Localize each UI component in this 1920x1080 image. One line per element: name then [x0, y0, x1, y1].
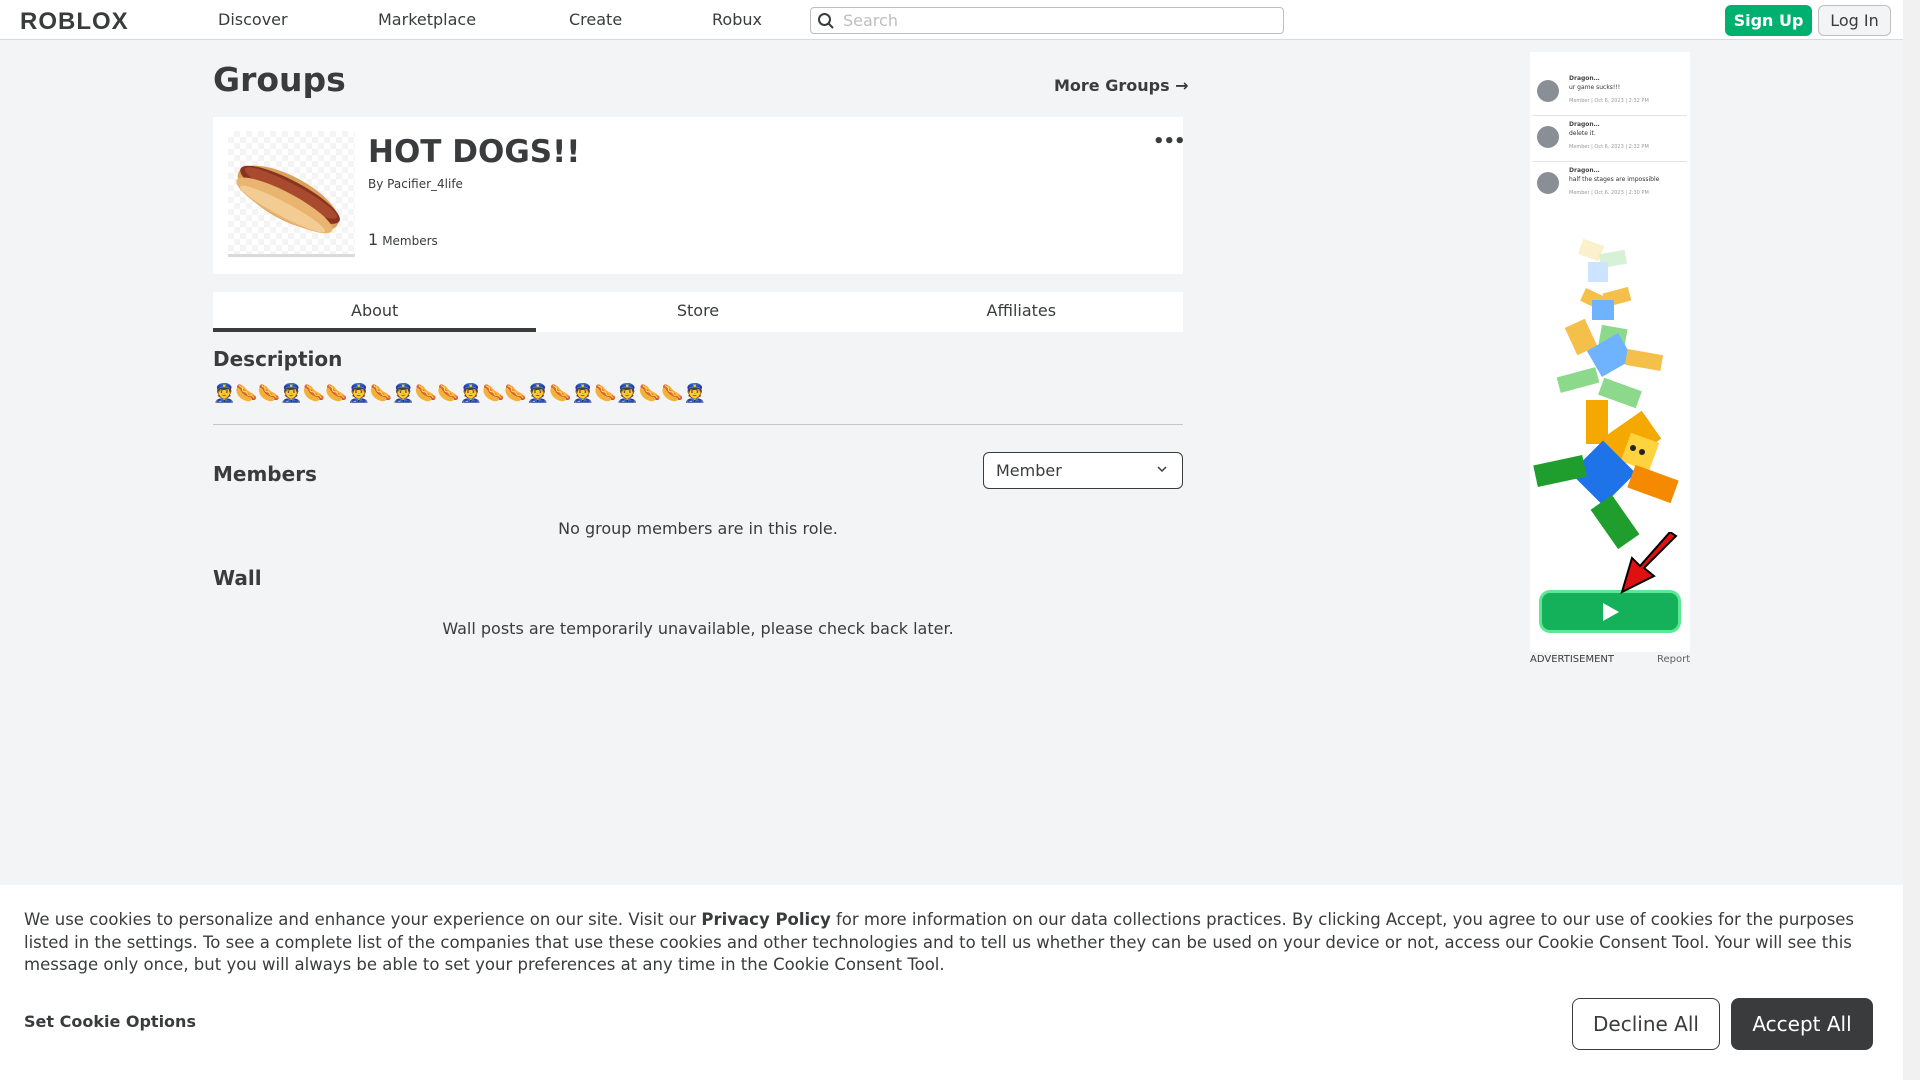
ad-play-button[interactable]: [1542, 593, 1678, 630]
chevron-down-icon: [1157, 466, 1167, 473]
roblox-logo[interactable]: ROBLOX: [20, 8, 129, 36]
members-heading: Members: [213, 462, 317, 486]
role-select[interactable]: Member: [983, 452, 1183, 489]
wall-heading: Wall: [213, 566, 262, 590]
group-owner-line: By Pacifier_4life: [368, 177, 463, 191]
group-header-card: HOT DOGS!! By Pacifier_4life 1 Members ••…: [213, 117, 1186, 274]
ad-post-divider: [1533, 161, 1687, 162]
group-name: HOT DOGS!!: [368, 134, 581, 170]
description-text: 👮🌭🌭👮🌭🌭👮🌭👮🌭🌭👮🌭🌭👮🌭👮🌭👮🌭🌭👮: [213, 383, 707, 404]
cookie-consent-banner: We use cookies to personalize and enhanc…: [0, 885, 1903, 1080]
ad-post-divider: [1533, 115, 1687, 116]
section-divider: [213, 424, 1183, 425]
ad-character-illustration: [1533, 238, 1679, 550]
nav-create[interactable]: Create: [569, 10, 622, 29]
hot-dog-image: [236, 165, 340, 234]
ad-post-time: Member | Oct 6, 2023 | 2:30 PM: [1569, 190, 1649, 196]
description-heading: Description: [213, 347, 343, 371]
avatar: [1537, 126, 1559, 148]
ad-post-author: Dragon…: [1569, 121, 1600, 128]
accept-all-button[interactable]: Accept All: [1731, 998, 1873, 1050]
ad-report-link[interactable]: Report: [1657, 654, 1690, 665]
decline-all-button[interactable]: Decline All: [1572, 998, 1720, 1050]
ad-post-text: ur game sucks!!!: [1569, 84, 1621, 91]
page-title: Groups: [213, 60, 346, 99]
search-box[interactable]: [810, 7, 1284, 34]
ad-post-author: Dragon…: [1569, 167, 1600, 174]
nav-marketplace[interactable]: Marketplace: [378, 10, 476, 29]
group-owner-link[interactable]: Pacifier_4life: [387, 177, 463, 191]
tab-affiliates[interactable]: Affiliates: [860, 292, 1183, 332]
group-tabs: About Store Affiliates: [213, 292, 1183, 332]
search-input[interactable]: [843, 11, 1263, 30]
play-icon: [1603, 602, 1619, 621]
login-button[interactable]: Log In: [1818, 5, 1891, 36]
ad-post: Dragon… half the stages are impossible M…: [1533, 164, 1687, 208]
ad-post-time: Member | Oct 6, 2023 | 2:32 PM: [1569, 144, 1649, 150]
avatar: [1537, 80, 1559, 102]
advertisement-label: ADVERTISEMENT: [1530, 654, 1615, 665]
more-options-icon[interactable]: •••: [1153, 131, 1186, 152]
ad-post-author: Dragon…: [1569, 75, 1600, 82]
top-navigation-bar: ROBLOX Discover Marketplace Create Robux…: [0, 0, 1903, 40]
page-scrollbar[interactable]: [1903, 0, 1920, 1080]
member-count-value: 1: [368, 230, 379, 249]
ad-post: Dragon… ur game sucks!!! Member | Oct 6,…: [1533, 72, 1687, 116]
arrow-icon: [1620, 532, 1678, 594]
role-select-value: Member: [996, 461, 1062, 480]
ad-post-text: delete it.: [1569, 130, 1596, 137]
cookie-text-before: We use cookies to personalize and enhanc…: [24, 910, 702, 929]
members-label: Members: [382, 234, 438, 248]
ad-post: Dragon… delete it. Member | Oct 6, 2023 …: [1533, 118, 1687, 162]
avatar: [1537, 172, 1559, 194]
tab-store[interactable]: Store: [536, 292, 859, 332]
more-groups-link[interactable]: More Groups →: [1054, 76, 1189, 95]
group-emblem: [228, 131, 355, 257]
ad-post-text: half the stages are impossible: [1569, 176, 1660, 183]
signup-button[interactable]: Sign Up: [1725, 5, 1812, 36]
nav-robux[interactable]: Robux: [712, 10, 762, 29]
advertisement-banner[interactable]: Dragon… ur game sucks!!! Member | Oct 6,…: [1530, 52, 1690, 652]
by-label: By: [368, 177, 384, 191]
cookie-message: We use cookies to personalize and enhanc…: [24, 909, 1884, 977]
member-count: 1 Members: [368, 230, 438, 249]
search-icon: [818, 12, 834, 29]
no-members-message: No group members are in this role.: [558, 519, 838, 538]
set-cookie-options-link[interactable]: Set Cookie Options: [24, 1012, 196, 1031]
wall-unavailable-message: Wall posts are temporarily unavailable, …: [442, 619, 954, 638]
privacy-policy-link[interactable]: Privacy Policy: [701, 910, 830, 929]
tab-about[interactable]: About: [213, 292, 537, 332]
ad-post-time: Member | Oct 6, 2023 | 2:32 PM: [1569, 98, 1649, 104]
nav-discover[interactable]: Discover: [218, 10, 288, 29]
